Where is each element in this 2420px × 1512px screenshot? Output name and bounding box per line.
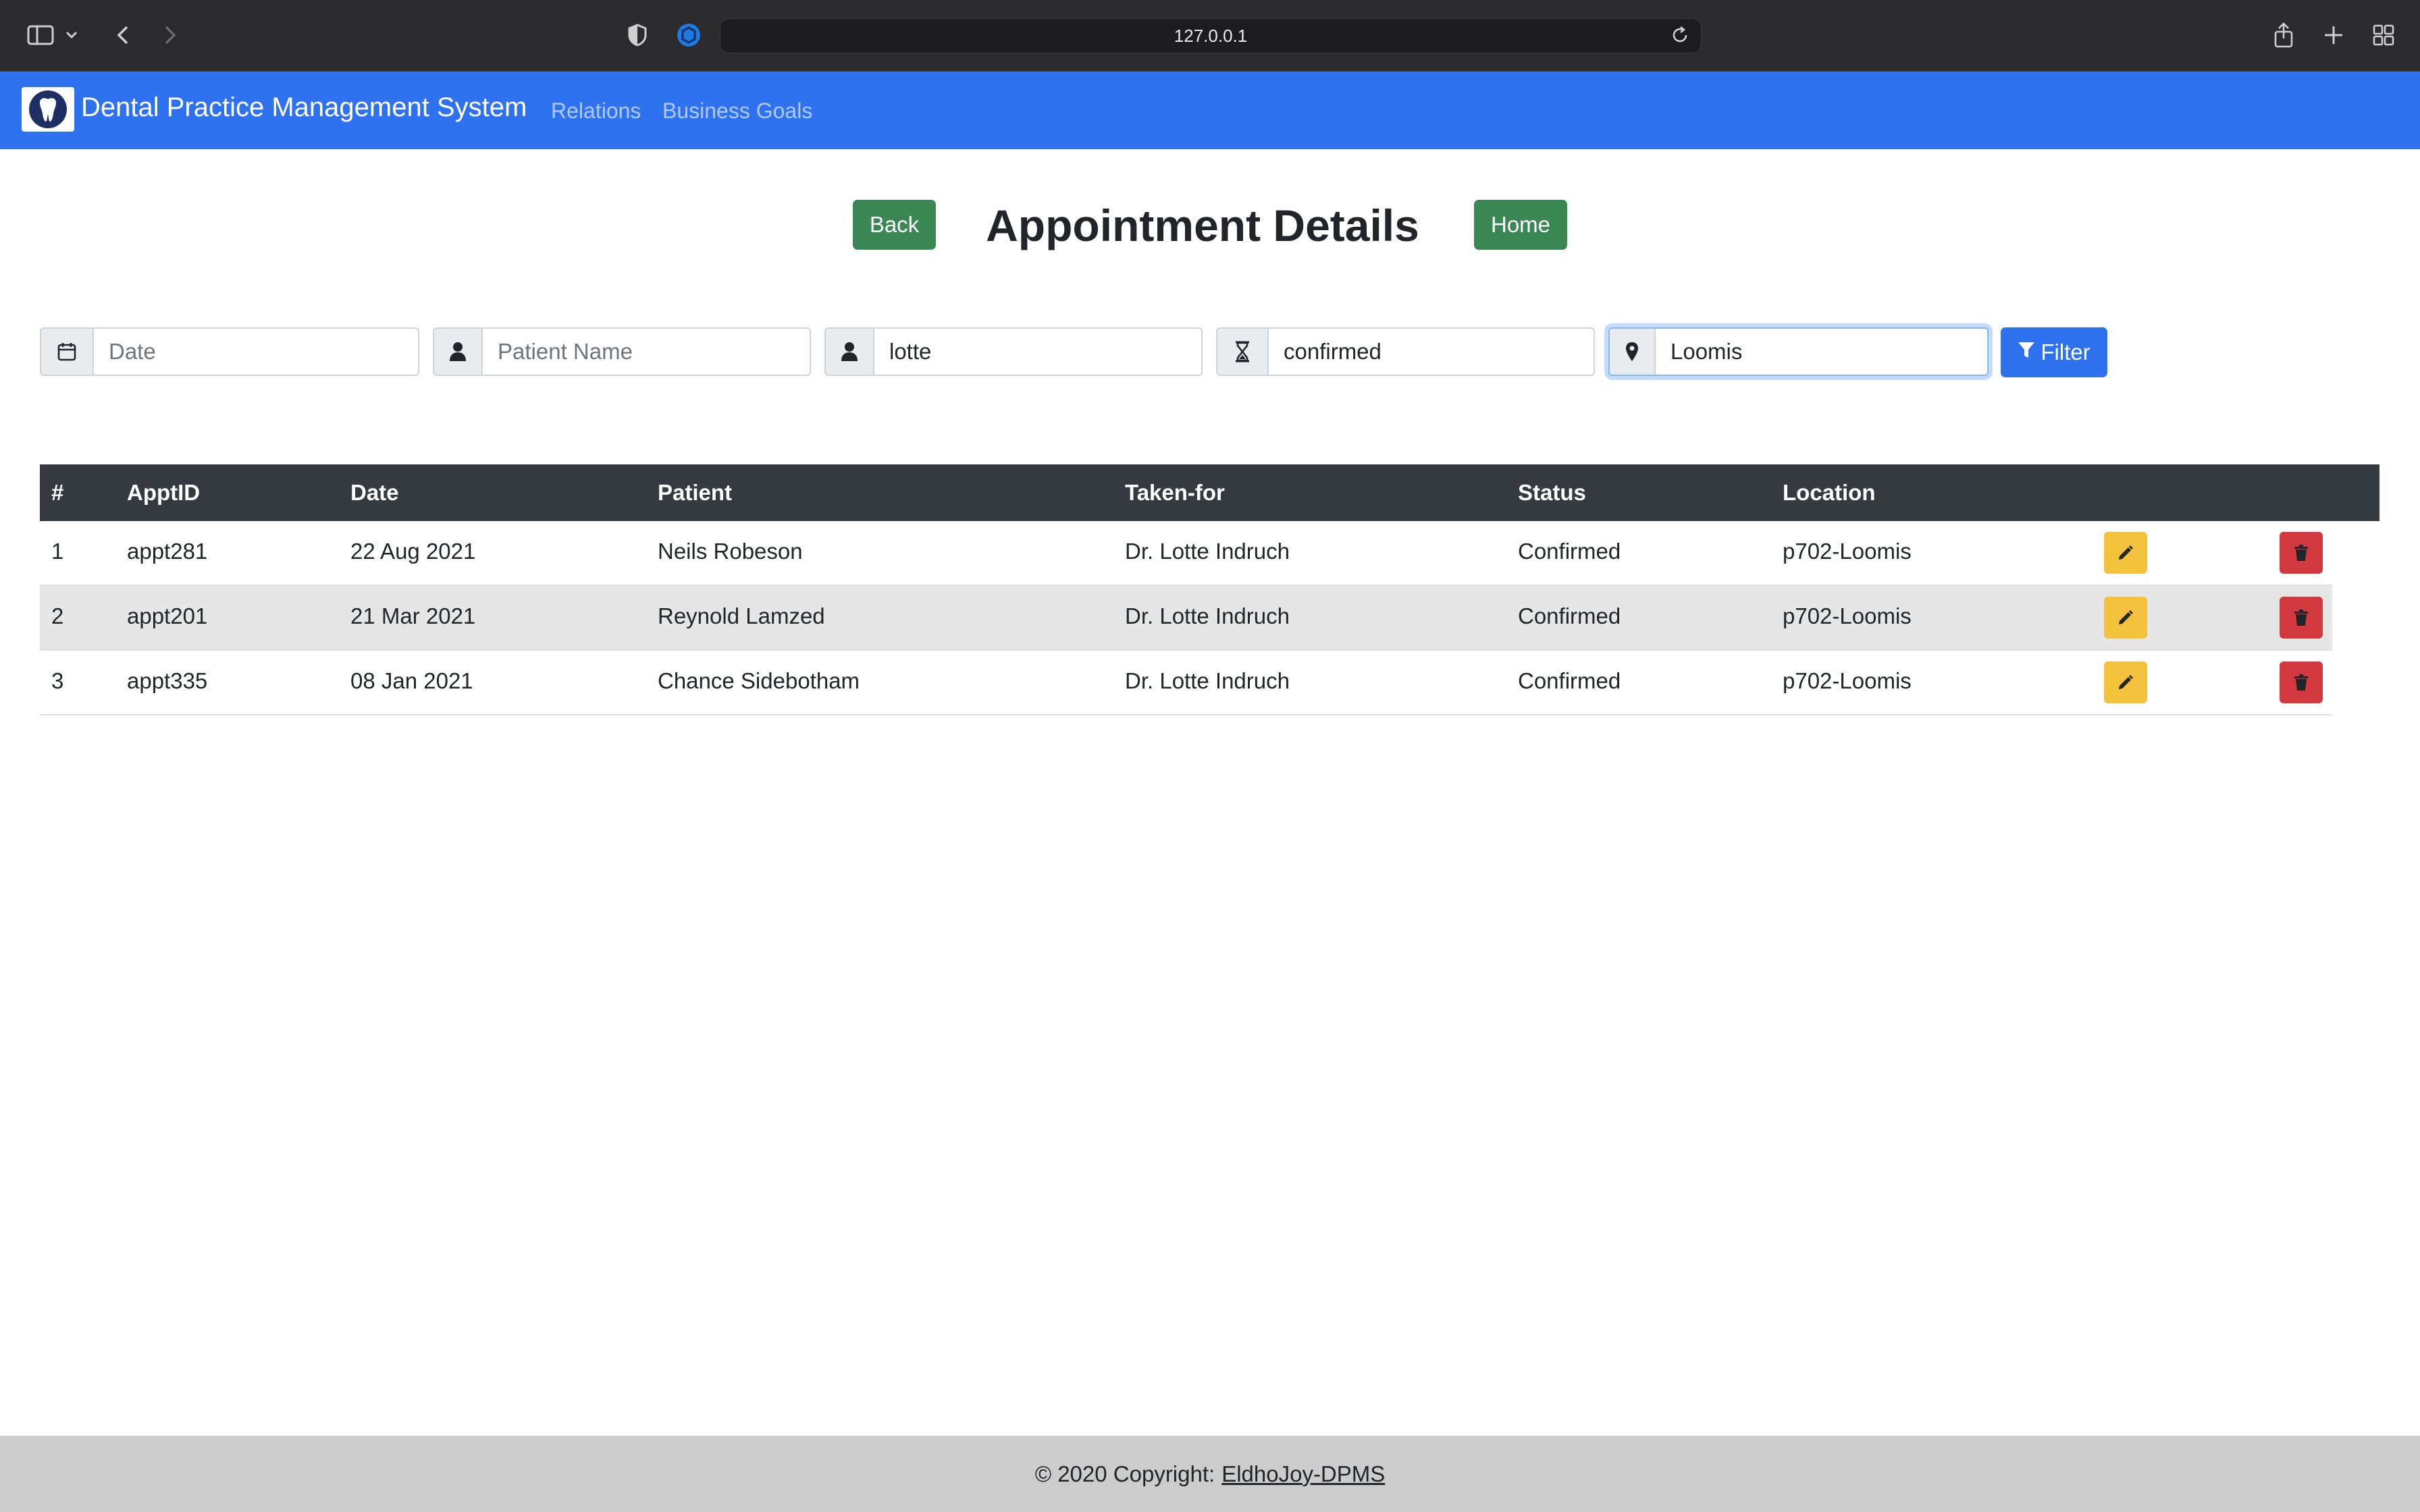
- cell-location: p702-Loomis: [1783, 539, 1912, 564]
- table-row: 3 appt335 08 Jan 2021 Chance Sidebotham …: [40, 651, 2332, 716]
- location-filter-group: [1608, 327, 1989, 376]
- edit-button[interactable]: [2104, 532, 2147, 574]
- patient-filter-group: [433, 327, 811, 376]
- calendar-icon: [41, 329, 94, 375]
- filter-button[interactable]: Filter: [2001, 327, 2107, 377]
- delete-button[interactable]: [2280, 597, 2323, 639]
- status-filter-group: [1216, 327, 1595, 376]
- column-header-status: Status: [1518, 480, 1586, 505]
- column-header-apptid: ApptID: [127, 480, 201, 505]
- cell-status: Confirmed: [1518, 603, 1621, 628]
- browser-toolbar: 127.0.0.1: [0, 0, 2420, 72]
- reload-icon[interactable]: [1670, 25, 1690, 50]
- column-header-taken-for: Taken-for: [1125, 480, 1225, 505]
- cell-location: p702-Loomis: [1783, 603, 1912, 628]
- user-icon: [826, 329, 874, 375]
- table-row: 1 appt281 22 Aug 2021 Neils Robeson Dr. …: [40, 521, 2332, 586]
- filter-funnel-icon: [2018, 340, 2035, 365]
- cell-number: 3: [51, 668, 64, 693]
- cell-status: Confirmed: [1518, 539, 1621, 564]
- cell-taken-for: Dr. Lotte Indruch: [1125, 668, 1290, 693]
- app-navbar: Dental Practice Management System Relati…: [0, 72, 2420, 149]
- map-pin-icon: [1610, 329, 1656, 375]
- hourglass-icon: [1217, 329, 1269, 375]
- sidebar-toggle-icon[interactable]: [22, 16, 59, 54]
- cell-apptid: appt335: [127, 668, 208, 693]
- cell-status: Confirmed: [1518, 668, 1621, 693]
- cell-date: 21 Mar 2021: [350, 603, 476, 628]
- privacy-shield-icon[interactable]: [619, 16, 656, 54]
- table-row: 2 appt201 21 Mar 2021 Reynold Lamzed Dr.…: [40, 586, 2332, 651]
- cell-patient: Chance Sidebotham: [658, 668, 860, 693]
- back-arrow-icon[interactable]: [104, 16, 142, 54]
- trash-icon: [2294, 674, 2308, 691]
- pencil-icon: [2119, 610, 2133, 624]
- cell-taken-for: Dr. Lotte Indruch: [1125, 539, 1290, 564]
- cell-patient: Reynold Lamzed: [658, 603, 825, 628]
- cell-apptid: appt201: [127, 603, 208, 628]
- delete-button[interactable]: [2280, 532, 2323, 574]
- cell-location: p702-Loomis: [1783, 668, 1912, 693]
- chevron-down-icon[interactable]: [58, 16, 85, 54]
- column-header-location: Location: [1783, 480, 1876, 505]
- cell-taken-for: Dr. Lotte Indruch: [1125, 603, 1290, 628]
- column-header-patient: Patient: [658, 480, 733, 505]
- date-filter-group: [40, 327, 419, 376]
- new-tab-icon[interactable]: [2315, 16, 2352, 54]
- cell-apptid: appt281: [127, 539, 208, 564]
- delete-button[interactable]: [2280, 662, 2323, 703]
- edit-button[interactable]: [2104, 597, 2147, 639]
- page-footer: © 2020 Copyright: EldhoJoy-DPMS: [0, 1436, 2420, 1512]
- copyright-link[interactable]: EldhoJoy-DPMS: [1221, 1461, 1385, 1487]
- home-button[interactable]: Home: [1474, 200, 1567, 250]
- status-input[interactable]: [1269, 329, 1594, 375]
- cell-number: 1: [51, 539, 64, 564]
- back-button[interactable]: Back: [853, 200, 936, 250]
- trash-icon: [2294, 545, 2308, 561]
- extension-icon[interactable]: [670, 16, 708, 54]
- pencil-icon: [2119, 675, 2133, 689]
- cell-number: 2: [51, 603, 64, 628]
- cell-patient: Neils Robeson: [658, 539, 803, 564]
- patient-name-input[interactable]: [483, 329, 810, 375]
- cell-date: 22 Aug 2021: [350, 539, 476, 564]
- location-input[interactable]: [1656, 329, 1987, 375]
- forward-arrow-icon[interactable]: [151, 16, 189, 54]
- user-icon: [434, 329, 483, 375]
- doctor-filter-group: [824, 327, 1203, 376]
- tooth-logo-icon[interactable]: [22, 87, 74, 132]
- share-icon[interactable]: [2265, 16, 2303, 54]
- nav-link-relations[interactable]: Relations: [551, 97, 641, 124]
- tab-overview-icon[interactable]: [2365, 16, 2402, 54]
- column-header-number: #: [51, 480, 64, 505]
- doctor-input[interactable]: [874, 329, 1201, 375]
- address-bar[interactable]: 127.0.0.1: [720, 18, 1702, 53]
- trash-icon: [2294, 610, 2308, 626]
- url-text: 127.0.0.1: [1174, 25, 1248, 46]
- brand-title[interactable]: Dental Practice Management System: [81, 90, 527, 124]
- nav-link-business-goals[interactable]: Business Goals: [662, 97, 812, 124]
- table-header: # ApptID Date Patient Taken-for Status L…: [40, 464, 2379, 521]
- date-input[interactable]: [94, 329, 418, 375]
- copyright-text: © 2020 Copyright:: [1034, 1461, 1215, 1486]
- page-title: Appointment Details: [986, 200, 1419, 250]
- pencil-icon: [2119, 545, 2133, 560]
- column-header-date: Date: [350, 480, 399, 505]
- filter-button-label: Filter: [2041, 340, 2090, 364]
- edit-button[interactable]: [2104, 662, 2147, 703]
- cell-date: 08 Jan 2021: [350, 668, 473, 693]
